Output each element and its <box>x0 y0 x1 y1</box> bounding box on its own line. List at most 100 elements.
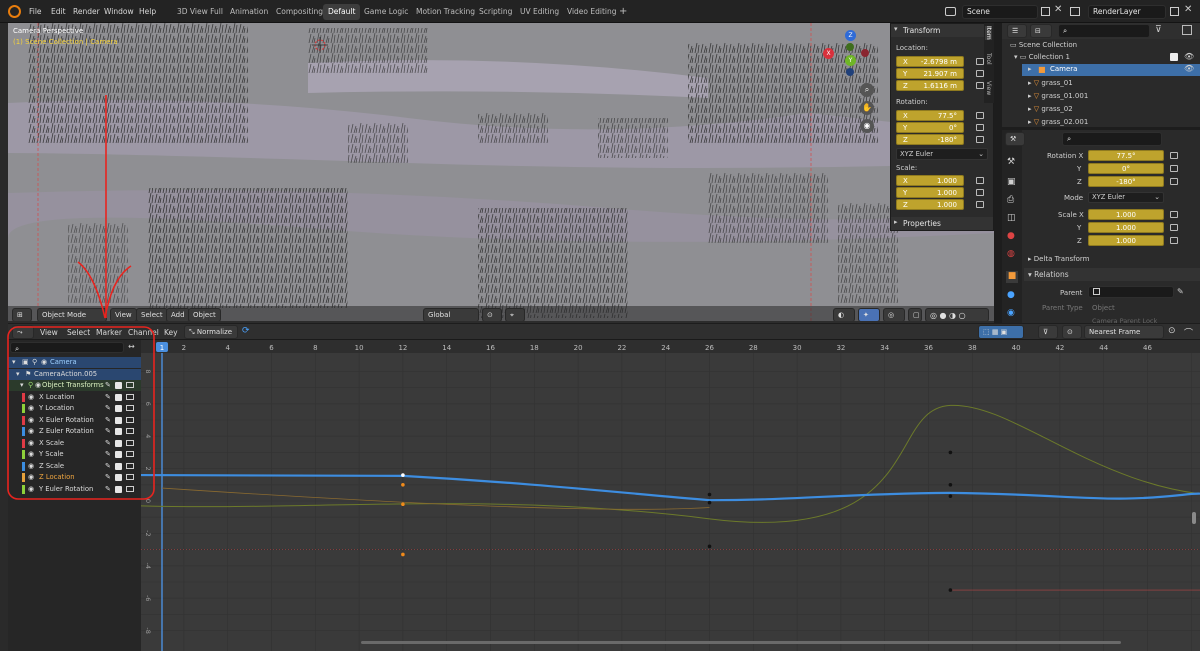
lock-icon[interactable] <box>976 177 984 184</box>
lock-icon[interactable] <box>126 382 134 388</box>
constraint-icon[interactable]: ◉ <box>1007 308 1015 318</box>
properties-search-input[interactable]: ⌕ <box>1062 132 1162 146</box>
navigation-gizmo[interactable]: Z X Y <box>823 28 881 80</box>
tab-default[interactable]: Default <box>323 4 361 20</box>
tab-view[interactable]: View <box>985 81 992 95</box>
scale-z-field[interactable]: Z 1.000 <box>896 199 964 210</box>
channel-row[interactable]: ▾ ▣ ⚲ ◉ Camera <box>8 357 141 368</box>
mute-checkbox-icon[interactable] <box>115 393 122 401</box>
rotation-mode-dropdown[interactable]: XYZ Euler ⌄ <box>896 148 988 160</box>
eyedropper-icon[interactable]: ✎ <box>1177 287 1184 296</box>
graph-menu-select[interactable]: Select <box>63 325 94 340</box>
tab-scripting[interactable]: Scripting <box>474 4 517 20</box>
zoom-icon[interactable]: ⌕ <box>860 83 874 97</box>
object-properties-icon[interactable]: ■ <box>1006 271 1018 283</box>
lock-icon[interactable] <box>976 189 984 196</box>
modifier-wrench-icon[interactable]: ✎ <box>105 461 111 472</box>
pan-hand-icon[interactable]: ✋ <box>860 101 874 115</box>
modifier-wrench-icon[interactable]: ✎ <box>105 484 111 495</box>
world-icon[interactable]: ◍ <box>1007 249 1015 259</box>
rotation-x-field[interactable]: X 77.5° <box>896 110 964 121</box>
lock-icon[interactable] <box>1170 237 1178 244</box>
lock-icon[interactable] <box>126 485 134 492</box>
eye-icon[interactable]: ◉ <box>28 484 34 495</box>
editor-type-icon[interactable]: ⊞ <box>12 308 32 321</box>
properties-type-icon[interactable]: ⚒ <box>1005 132 1025 146</box>
rotation-z-field[interactable]: Z -180° <box>896 134 964 145</box>
prop-rotation-x-field[interactable]: 77.5° <box>1088 150 1164 161</box>
overlay-icon[interactable]: ◎ <box>883 308 905 321</box>
prop-scale-y-field[interactable]: 1.000 <box>1088 222 1164 233</box>
lock-icon[interactable] <box>976 124 984 131</box>
modifier-icon[interactable]: ● <box>1007 290 1015 300</box>
prop-rotation-mode-dropdown[interactable]: XYZ Euler ⌄ <box>1088 192 1164 203</box>
eye-icon[interactable]: ◉ <box>28 415 34 426</box>
relations-panel-header[interactable]: ▾ Relations <box>1024 268 1200 281</box>
delta-transform-panel[interactable]: ▸ Delta Transform <box>1028 255 1089 263</box>
mute-checkbox-icon[interactable] <box>115 451 122 458</box>
checkbox-icon[interactable] <box>1170 53 1178 61</box>
channel-row[interactable]: ◉ X Euler Rotation ✎ <box>8 415 141 426</box>
camera-view-icon[interactable]: ◉ <box>860 119 874 133</box>
renderlayer-close-icon[interactable]: ✕ <box>1184 4 1192 15</box>
scene-close-icon[interactable]: ✕ <box>1054 4 1062 15</box>
modifier-wrench-icon[interactable]: ✎ <box>105 380 111 391</box>
scale-y-field[interactable]: Y 1.000 <box>896 187 964 198</box>
visibility-icon[interactable]: ◐ <box>833 308 855 321</box>
gizmo-neg-z[interactable] <box>846 68 854 76</box>
eye-icon[interactable]: ◉ <box>28 472 34 483</box>
lock-icon[interactable] <box>126 474 134 480</box>
outliner-type-icon[interactable]: ☰ <box>1007 24 1027 38</box>
outliner-row-grass-02-001[interactable]: ▸ ▽ grass_02.001 <box>1028 118 1088 126</box>
lock-icon[interactable] <box>1170 178 1178 185</box>
curve-icon[interactable]: ⌒ <box>1184 326 1193 339</box>
graph-editor-canvas[interactable]: 2 4 6 8 10 12 14 16 18 20 22 24 26 28 30 32 34 36 38 40 42 44… <box>141 340 1200 651</box>
gizmo-z-axis[interactable]: Z <box>845 30 856 41</box>
channel-row[interactable]: ◉ X Scale ✎ <box>8 438 141 449</box>
tab-game-logic[interactable]: Game Logic <box>359 4 413 20</box>
pivot-icon[interactable]: ⊙ <box>482 308 502 321</box>
tab-animation[interactable]: Animation <box>225 4 273 20</box>
location-y-field[interactable]: Y 21.907 m <box>896 68 964 79</box>
prop-rotation-y-field[interactable]: 0° <box>1088 163 1164 174</box>
outliner-row-camera[interactable]: ▸ ■ Camera 👁 <box>1022 64 1200 76</box>
proportional-edit-icon[interactable]: ⊙ <box>1168 326 1176 336</box>
orientation-dropdown[interactable]: Global <box>423 308 479 321</box>
lock-icon[interactable] <box>126 451 134 457</box>
eye-icon[interactable]: 👁 <box>1184 64 1194 73</box>
eye-icon[interactable]: ◉ <box>28 392 34 403</box>
tab-uv-editing[interactable]: UV Editing <box>515 4 564 20</box>
graph-menu-view[interactable]: View <box>36 325 62 340</box>
properties-panel-header[interactable]: ▸ Properties <box>891 217 993 230</box>
channel-row[interactable]: ◉ Z Scale ✎ <box>8 461 141 472</box>
lock-icon[interactable] <box>1170 211 1178 218</box>
modifier-wrench-icon[interactable]: ✎ <box>105 449 111 460</box>
menu-window[interactable]: Window <box>100 4 138 19</box>
eye-icon[interactable]: ◉ <box>28 449 34 460</box>
tab-item[interactable]: Item <box>985 26 992 40</box>
channel-row[interactable]: ◉ Y Location ✎ <box>8 403 141 414</box>
mute-checkbox-icon[interactable] <box>115 439 122 447</box>
lock-icon[interactable] <box>126 405 134 411</box>
tab-motion-tracking[interactable]: Motion Tracking <box>411 4 480 20</box>
channel-row[interactable]: ◉ Z Euler Rotation ✎ <box>8 426 141 437</box>
mute-checkbox-icon[interactable] <box>115 474 122 481</box>
rotation-y-field[interactable]: Y 0° <box>896 122 964 133</box>
eye-icon[interactable]: ◉ <box>35 380 41 391</box>
add-workspace-button[interactable]: + <box>614 4 632 20</box>
new-collection-icon[interactable] <box>1182 25 1192 35</box>
lock-icon[interactable] <box>126 439 134 446</box>
pin-icon[interactable]: ⚲ <box>32 357 37 368</box>
lock-icon[interactable] <box>976 70 984 77</box>
expand-arrow-icon[interactable]: ▾ <box>20 380 24 391</box>
tab-compositing[interactable]: Compositing <box>271 4 328 20</box>
tool-icon[interactable]: ⚒ <box>1007 157 1015 167</box>
gizmo-toggle-icon[interactable]: ✦ <box>858 308 880 321</box>
parent-field[interactable] <box>1088 286 1174 298</box>
mute-checkbox-icon[interactable] <box>115 428 122 435</box>
menu-view[interactable]: View <box>110 308 137 321</box>
channel-row[interactable]: ◉ Y Euler Rotation ✎ <box>8 484 141 495</box>
outliner-row-grass-01-001[interactable]: ▸ ▽ grass_01.001 <box>1028 92 1088 100</box>
pivot-icon[interactable]: ⊙ <box>1062 325 1082 339</box>
shading-mode-icons[interactable]: ◎ ● ◑ ○ <box>925 308 989 321</box>
